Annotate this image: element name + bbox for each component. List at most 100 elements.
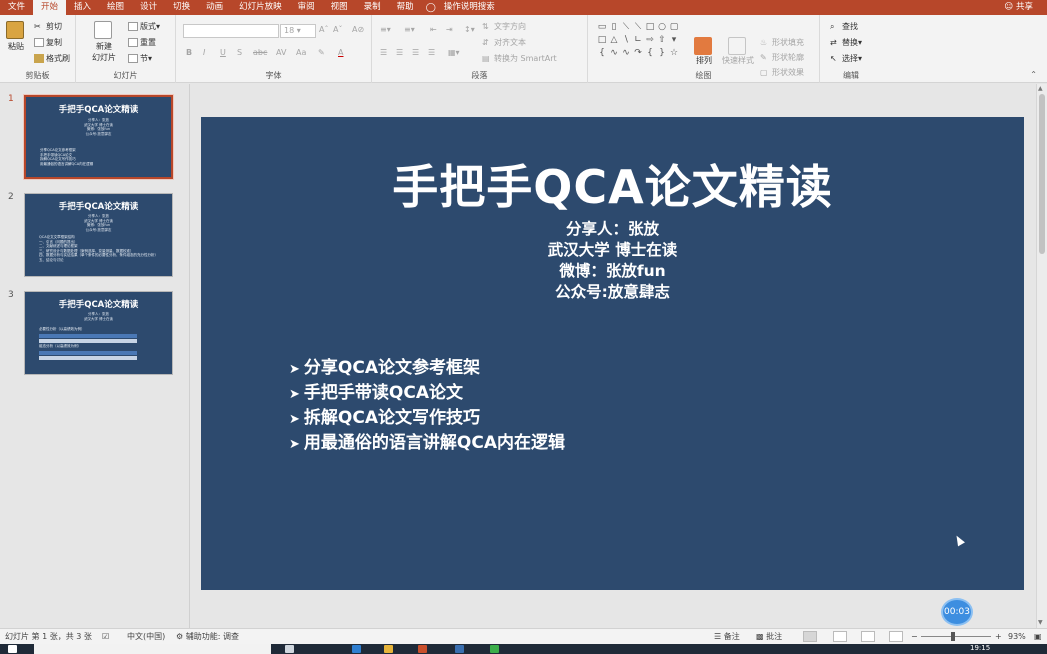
cut-button[interactable]: ✂ 剪切 xyxy=(34,21,62,32)
rect-shape-icon[interactable]: □ xyxy=(596,34,608,47)
fit-to-window-icon[interactable]: ▣ xyxy=(1034,629,1042,644)
presenter-name[interactable]: 分享人：张放 xyxy=(201,217,1024,239)
strikethrough-button[interactable]: abc xyxy=(253,48,267,57)
notes-button[interactable]: ☰ 备注 xyxy=(714,629,740,644)
shape-fill-button[interactable]: ♨ 形状填充 xyxy=(760,37,804,48)
shape-effects-button[interactable]: ▢ 形状效果 xyxy=(760,67,804,78)
tab-insert[interactable]: 插入 xyxy=(66,0,99,15)
tab-review[interactable]: 审阅 xyxy=(290,0,323,15)
shrink-font-button[interactable]: Aˇ xyxy=(333,25,342,34)
replace-button[interactable]: ⇄ 替换 ▾ xyxy=(830,37,862,48)
font-name-dropdown[interactable] xyxy=(183,24,279,38)
align-right-button[interactable]: ☰ xyxy=(412,48,419,57)
font-color-button[interactable]: A xyxy=(338,48,343,57)
comments-button[interactable]: ▩ 批注 xyxy=(756,629,782,644)
smartart-button[interactable]: ▤ 转换为 SmartArt xyxy=(482,53,557,64)
grow-font-button[interactable]: Aˆ xyxy=(319,25,328,34)
decrease-indent-button[interactable]: ⇤ xyxy=(430,25,437,34)
select-button[interactable]: ↖ 选择 ▾ xyxy=(830,53,862,64)
rounded-rect-shape-icon[interactable]: ▢ xyxy=(668,21,680,34)
shape-outline-button[interactable]: ✎ 形状轮廓 xyxy=(760,52,804,63)
slide-bullet-3[interactable]: ➤ 拆解QCA论文写作技巧 xyxy=(289,403,480,428)
text-direction-button[interactable]: ⇅ 文字方向 xyxy=(482,21,526,32)
presenter-wechat[interactable]: 公众号:放意肆志 xyxy=(201,280,1024,302)
align-center-button[interactable]: ☰ xyxy=(396,48,403,57)
tab-animations[interactable]: 动画 xyxy=(198,0,231,15)
taskbar-search-box[interactable] xyxy=(34,644,271,654)
line-shape-icon[interactable]: ⟍ xyxy=(632,21,644,34)
tab-file[interactable]: 文件 xyxy=(0,0,33,15)
copy-button[interactable]: 复制 xyxy=(34,37,62,48)
brace-shape-icon[interactable]: } xyxy=(656,47,668,60)
line-shape-icon[interactable]: ∖ xyxy=(620,34,632,47)
task-view-icon[interactable] xyxy=(285,645,294,653)
align-left-button[interactable]: ☰ xyxy=(380,48,387,57)
tab-slideshow[interactable]: 幻灯片放映 xyxy=(231,0,290,15)
rect-shape-icon[interactable]: □ xyxy=(644,21,656,34)
collapse-ribbon-button[interactable]: ⌃ xyxy=(1030,70,1037,79)
textbox-shape-icon[interactable]: ▭ xyxy=(596,21,608,34)
zoom-slider-knob[interactable] xyxy=(951,632,955,641)
arrow-shape-icon[interactable]: ⇨ xyxy=(644,34,656,47)
tab-help[interactable]: 帮助 xyxy=(389,0,422,15)
change-case-button[interactable]: Aa xyxy=(296,48,306,57)
shapes-gallery[interactable]: ▭ ▯ ⟍ ⟍ □ ○ ▢ □ △ ∖ ∟ ⇨ ⇧ ▾ {∿ ∿ ↷{} ☆ xyxy=(596,21,682,60)
connector-shape-icon[interactable]: ∟ xyxy=(632,34,644,47)
new-slide-button[interactable]: 新建 幻灯片 xyxy=(92,21,116,63)
scroll-down-icon[interactable]: ▼ xyxy=(1038,619,1043,626)
slide-sorter-view-button[interactable] xyxy=(833,631,847,642)
curve-shape-icon[interactable]: ↷ xyxy=(632,47,644,60)
zoom-in-button[interactable]: + xyxy=(995,629,1002,644)
file-explorer-icon[interactable] xyxy=(384,645,393,653)
current-slide[interactable]: 手把手QCA论文精读 分享人：张放 武汉大学 博士在读 微博：张放fun 公众号… xyxy=(201,117,1024,590)
layout-button[interactable]: 版式 ▾ xyxy=(128,21,160,32)
wechat-icon[interactable] xyxy=(490,645,499,653)
accessibility-checker[interactable]: ⚙ 辅助功能: 调查 xyxy=(176,629,239,644)
spellcheck-icon[interactable]: ☑ xyxy=(102,629,109,644)
oval-shape-icon[interactable]: ○ xyxy=(656,21,668,34)
clear-format-button[interactable]: A⊘ xyxy=(352,25,364,34)
slide-bullet-4[interactable]: ➤ 用最通俗的语言讲解QCA内在逻辑 xyxy=(289,428,565,453)
underline-button[interactable]: U xyxy=(220,48,226,57)
star-shape-icon[interactable]: ☆ xyxy=(668,47,680,60)
font-size-dropdown[interactable]: 18 ▾ xyxy=(280,24,316,38)
arrange-button[interactable]: 排列 xyxy=(694,37,714,66)
slide-bullet-2[interactable]: ➤ 手把手带读QCA论文 xyxy=(289,378,463,403)
align-text-button[interactable]: ⇵ 对齐文本 xyxy=(482,37,526,48)
scroll-up-icon[interactable]: ▲ xyxy=(1038,85,1043,92)
slideshow-view-button[interactable] xyxy=(889,631,903,642)
scroll-thumb[interactable] xyxy=(1039,94,1045,254)
format-painter-button[interactable]: 格式刷 xyxy=(34,53,70,64)
presenter-weibo[interactable]: 微博：张放fun xyxy=(201,259,1024,281)
char-spacing-button[interactable]: AV xyxy=(276,48,286,57)
slide-thumbnail-1[interactable]: 手把手QCA论文精读 分享人：张放 武汉大学 博士在读 微博：张放fun 公众号… xyxy=(24,95,173,179)
vertical-scrollbar[interactable]: ▲ ▼ xyxy=(1036,84,1047,628)
tab-view[interactable]: 视图 xyxy=(323,0,356,15)
language-indicator[interactable]: 中文(中国) xyxy=(127,629,165,644)
curve-shape-icon[interactable]: ∿ xyxy=(608,47,620,60)
shadow-button[interactable]: S xyxy=(237,48,242,57)
zoom-out-button[interactable]: − xyxy=(911,629,918,644)
tell-me-search[interactable]: 操作说明搜索 xyxy=(436,0,503,15)
curve-shape-icon[interactable]: ∿ xyxy=(620,47,632,60)
arrow-shape-icon[interactable]: ⇧ xyxy=(656,34,668,47)
gallery-scroll-icon[interactable]: ▾ xyxy=(668,34,680,47)
increase-indent-button[interactable]: ⇥ xyxy=(446,25,453,34)
reading-view-button[interactable] xyxy=(861,631,875,642)
normal-view-button[interactable] xyxy=(803,631,817,642)
justify-button[interactable]: ☰ xyxy=(428,48,435,57)
bullets-button[interactable]: ≡▾ xyxy=(380,25,391,34)
presenter-affiliation[interactable]: 武汉大学 博士在读 xyxy=(201,238,1024,260)
quick-styles-button[interactable]: 快速样式 xyxy=(722,37,754,66)
recording-timer[interactable]: 00:03 xyxy=(941,598,973,626)
zoom-slider[interactable] xyxy=(921,636,991,637)
line-spacing-button[interactable]: ↕▾ xyxy=(464,25,475,34)
tab-home[interactable]: 开始 xyxy=(33,0,67,15)
reset-button[interactable]: 重置 xyxy=(128,37,156,48)
share-button[interactable]: ☺ 共享 xyxy=(1004,0,1033,15)
section-button[interactable]: 节 ▾ xyxy=(128,53,152,64)
italic-button[interactable]: I xyxy=(203,48,205,57)
tab-transitions[interactable]: 切换 xyxy=(165,0,198,15)
edge-icon[interactable] xyxy=(352,645,361,653)
triangle-shape-icon[interactable]: △ xyxy=(608,34,620,47)
